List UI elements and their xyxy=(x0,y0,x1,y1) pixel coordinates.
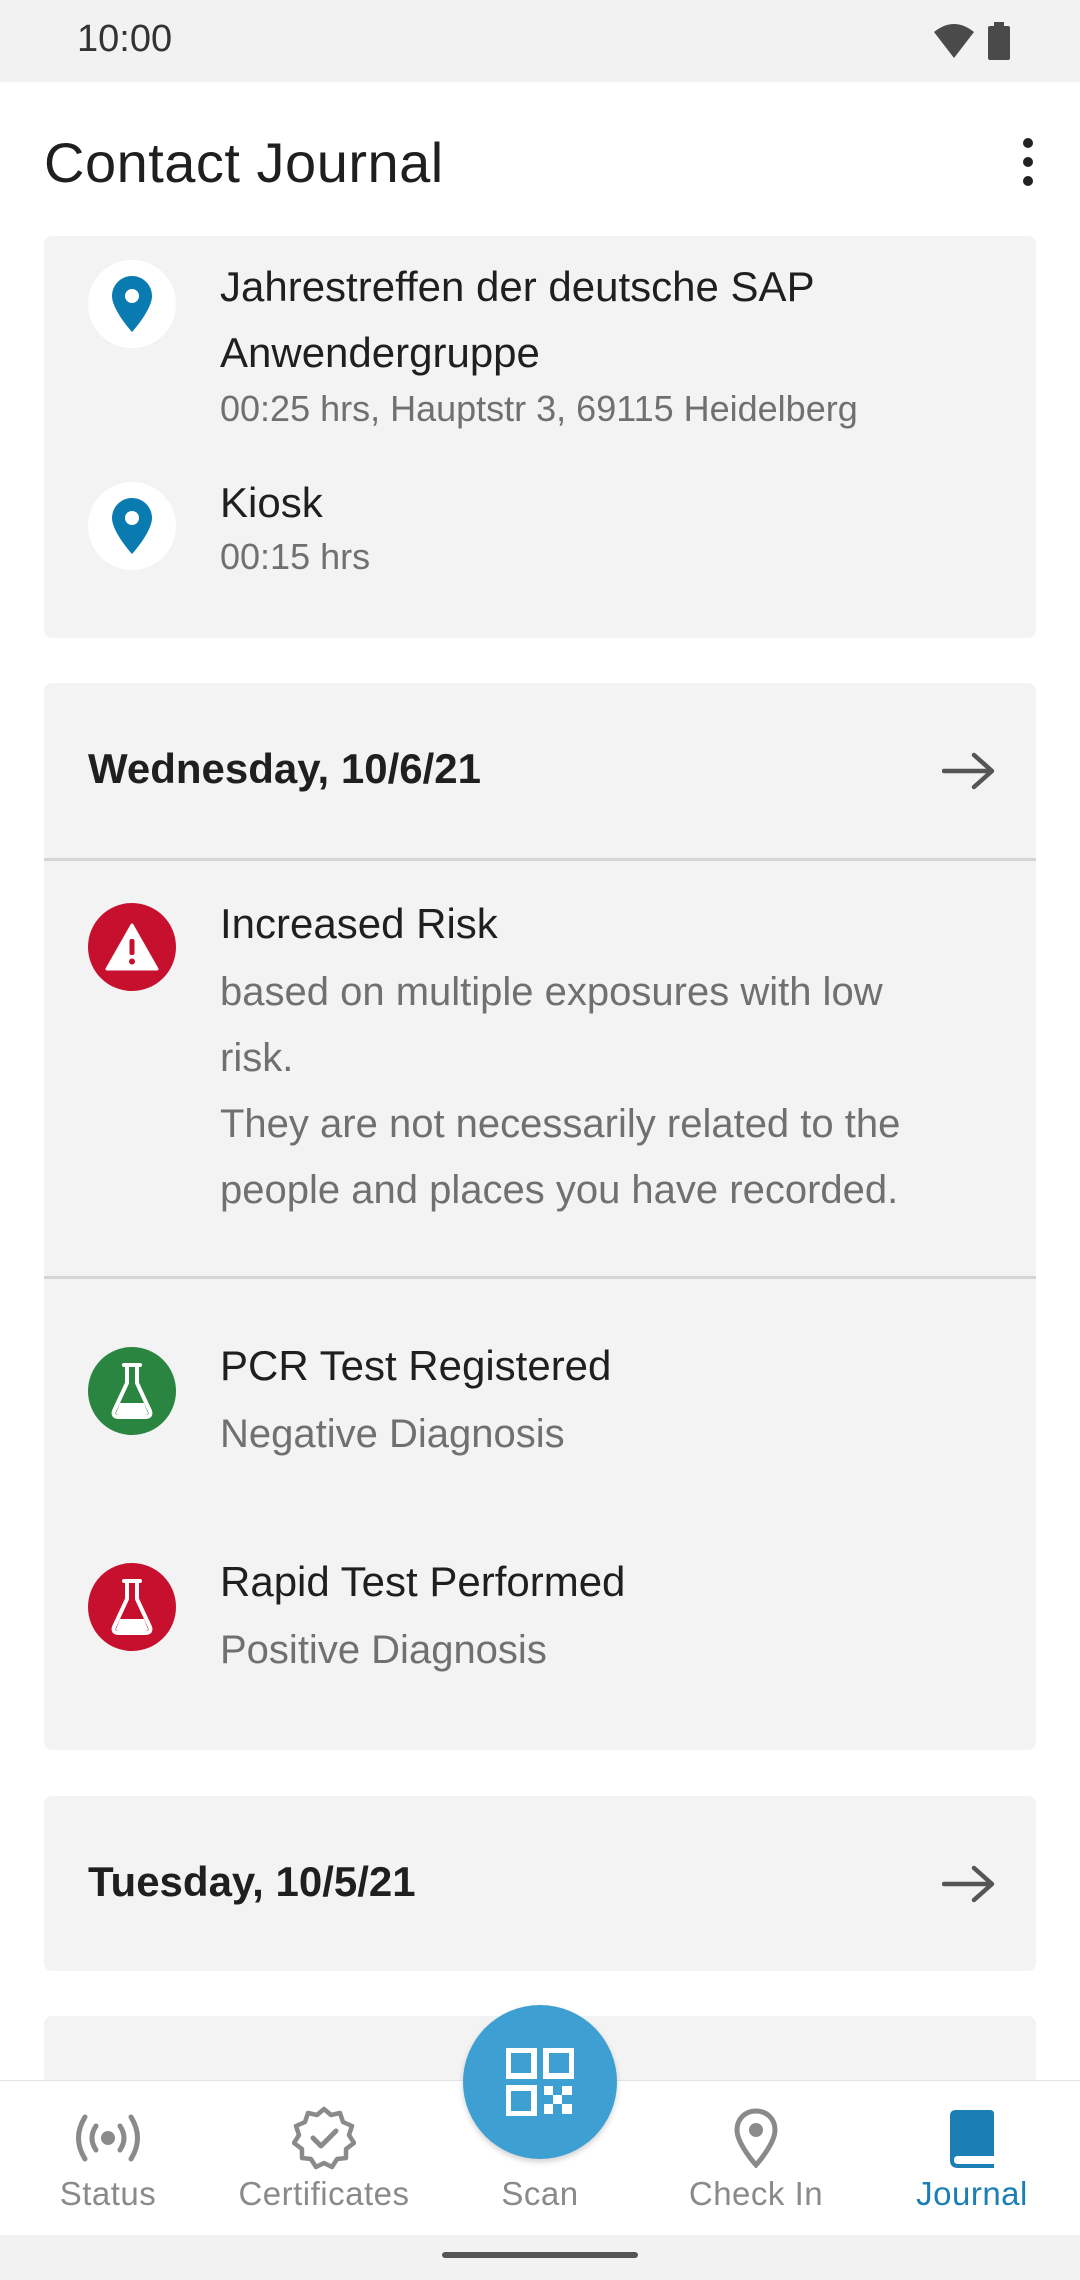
gesture-nav-area xyxy=(0,2235,1080,2280)
entry-title: Jahrestreffen der deutsche SAP xyxy=(220,263,815,310)
test-item: PCR Test Registered Negative Diagnosis xyxy=(44,1333,1036,1493)
home-gesture-bar[interactable] xyxy=(442,2252,638,2258)
test-item: Rapid Test Performed Positive Diagnosis xyxy=(44,1549,1036,1709)
risk-title: Increased Risk xyxy=(220,900,498,947)
nav-check-in[interactable]: Check In xyxy=(648,2081,864,2236)
nav-journal[interactable]: Journal xyxy=(864,2081,1080,2236)
arrow-right-icon[interactable] xyxy=(942,1864,996,1904)
warning-icon xyxy=(88,903,176,991)
qr-code-icon xyxy=(506,2048,574,2116)
test-title: Rapid Test Performed xyxy=(220,1558,626,1605)
day-card-tuesday[interactable]: Tuesday, 10/5/21 xyxy=(44,1796,1036,1971)
nav-label: Scan xyxy=(501,2175,579,2212)
nav-label: Journal xyxy=(916,2175,1028,2212)
nav-label: Certificates xyxy=(238,2175,410,2212)
nav-label: Status xyxy=(59,2175,157,2212)
day-date: Tuesday, 10/5/21 xyxy=(88,1858,416,1905)
test-result: Positive Diagnosis xyxy=(220,1628,547,1672)
arrow-right-icon[interactable] xyxy=(942,751,996,791)
overflow-menu-button[interactable] xyxy=(998,122,1058,202)
broadcast-icon xyxy=(72,2105,144,2171)
risk-text-line: risk. xyxy=(220,1036,294,1080)
day-card-wednesday: Wednesday, 10/6/21 Increased Risk based … xyxy=(44,683,1036,1750)
battery-icon xyxy=(988,22,1010,60)
status-bar: 10:00 xyxy=(0,0,1080,82)
test-result: Negative Diagnosis xyxy=(220,1412,565,1456)
divider xyxy=(44,1276,1036,1279)
flask-icon xyxy=(88,1347,176,1435)
location-pin-icon xyxy=(88,260,176,348)
book-icon xyxy=(948,2105,996,2171)
status-icons xyxy=(934,22,1010,60)
day-card-locations: Jahrestreffen der deutsche SAP Anwenderg… xyxy=(44,236,1036,638)
more-vert-icon xyxy=(1023,138,1033,148)
risk-text-line: They are not necessarily related to the xyxy=(220,1102,901,1146)
wifi-icon xyxy=(934,24,974,58)
scan-fab-button[interactable] xyxy=(463,2005,617,2159)
risk-text-line: people and places you have recorded. xyxy=(220,1168,899,1212)
status-time: 10:00 xyxy=(77,18,173,60)
list-item[interactable]: Kiosk 00:15 hrs xyxy=(44,479,1036,602)
risk-item: Increased Risk based on multiple exposur… xyxy=(44,861,1036,1276)
certificate-badge-icon xyxy=(292,2105,356,2171)
page-title: Contact Journal xyxy=(44,131,444,194)
nav-status[interactable]: Status xyxy=(0,2081,216,2236)
test-title: PCR Test Registered xyxy=(220,1342,612,1389)
location-pin-icon xyxy=(88,482,176,570)
nav-label: Check In xyxy=(688,2175,824,2212)
day-date: Wednesday, 10/6/21 xyxy=(88,745,481,792)
app-bar: Contact Journal xyxy=(0,82,1080,236)
nav-certificates[interactable]: Certificates xyxy=(216,2081,432,2236)
entry-detail: 00:15 hrs xyxy=(220,536,371,577)
list-item[interactable]: Jahrestreffen der deutsche SAP Anwenderg… xyxy=(44,260,1036,440)
risk-text-line: based on multiple exposures with low xyxy=(220,970,883,1014)
location-pin-icon xyxy=(734,2105,778,2171)
flask-icon xyxy=(88,1563,176,1651)
journal-list[interactable]: Jahrestreffen der deutsche SAP Anwenderg… xyxy=(0,236,1080,2080)
entry-detail: 00:25 hrs, Hauptstr 3, 69115 Heidelberg xyxy=(220,388,858,429)
day-header[interactable]: Wednesday, 10/6/21 xyxy=(44,683,1036,858)
